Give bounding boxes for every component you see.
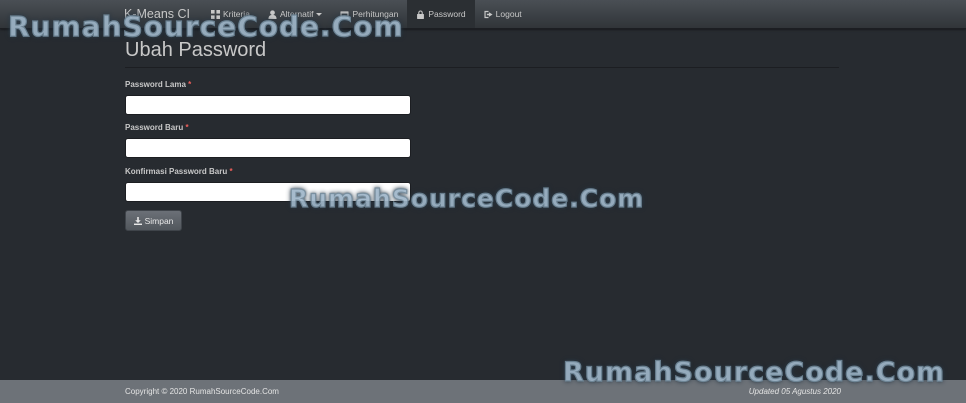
nav-item-label: Kriteria: [223, 9, 250, 19]
calendar-icon: [340, 10, 350, 19]
page-header: Ubah Password: [125, 38, 839, 68]
nav-item-password[interactable]: Password: [407, 0, 475, 28]
nav-item-label: Perhitungan: [352, 9, 399, 19]
old-password-input[interactable]: [125, 95, 411, 115]
nav-item-logout[interactable]: Logout: [475, 0, 531, 28]
navbar-menu: K-Means CI Kriteria Alternatif Perhitung…: [116, 0, 531, 28]
confirm-password-input[interactable]: [125, 182, 411, 202]
field-label-text: Password Lama: [125, 80, 186, 89]
user-icon: [268, 9, 277, 19]
navbar-brand[interactable]: K-Means CI: [116, 0, 202, 28]
nav-item-label: Alternatif: [279, 9, 314, 19]
save-button[interactable]: Simpan: [125, 210, 182, 231]
required-mark: *: [185, 123, 189, 132]
confirm-password-label: Konfirmasi Password Baru *: [125, 167, 411, 177]
nav-item-perhitungan[interactable]: Perhitungan: [331, 0, 407, 28]
logout-icon: [484, 10, 493, 18]
footer-copyright: Copyright © 2020 RumahSourceCode.Com: [125, 387, 279, 396]
save-button-label: Simpan: [144, 215, 174, 226]
grid-icon: [211, 9, 220, 19]
nav-item-kriteria[interactable]: Kriteria: [202, 0, 259, 28]
nav-item-label: Logout: [495, 9, 522, 19]
download-icon: [133, 216, 142, 225]
lock-icon: [417, 9, 425, 19]
form-group-confirm-password: Konfirmasi Password Baru *: [125, 167, 411, 202]
top-navbar: K-Means CI Kriteria Alternatif Perhitung…: [0, 0, 966, 29]
new-password-label: Password Baru *: [125, 123, 411, 133]
old-password-label: Password Lama *: [125, 80, 411, 90]
nav-item-alternatif[interactable]: Alternatif: [259, 0, 332, 28]
field-label-text: Password Baru: [125, 123, 184, 132]
footer: Copyright © 2020 RumahSourceCode.Com Upd…: [0, 380, 966, 403]
footer-updated: Updated 05 Agustus 2020: [748, 387, 841, 396]
nav-item-label: Password: [428, 9, 466, 19]
caret-down-icon: [316, 12, 323, 16]
page-title: Ubah Password: [125, 39, 267, 61]
required-mark: *: [229, 167, 233, 176]
form-group-new-password: Password Baru *: [125, 123, 411, 158]
required-mark: *: [188, 80, 192, 89]
field-label-text: Konfirmasi Password Baru: [125, 167, 228, 176]
new-password-input[interactable]: [125, 138, 411, 158]
form-group-old-password: Password Lama *: [125, 80, 411, 115]
